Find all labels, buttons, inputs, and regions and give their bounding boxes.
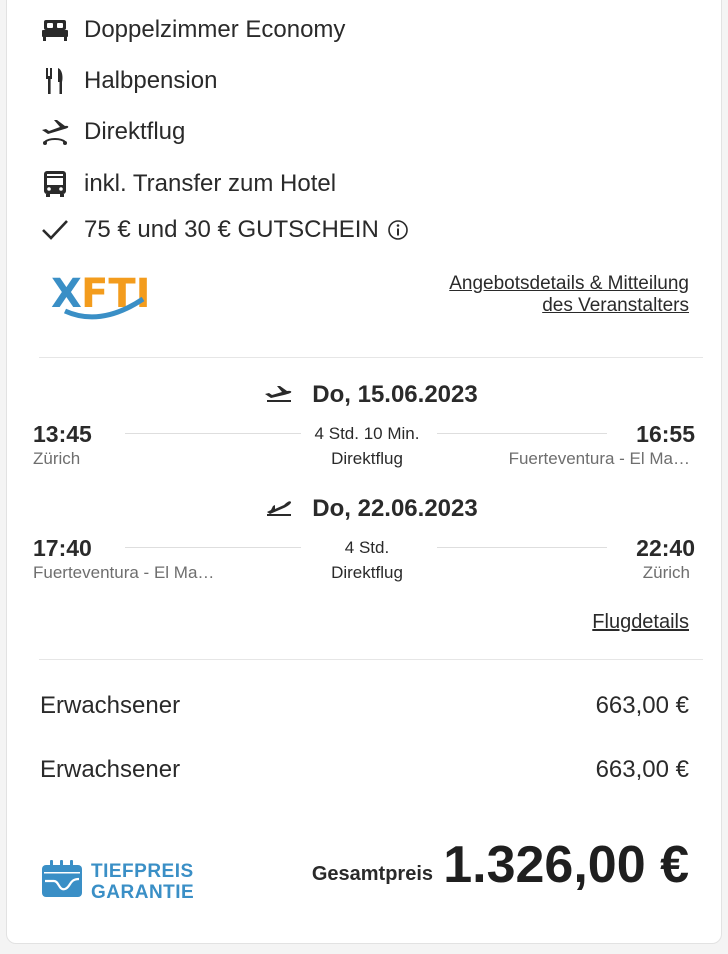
feature-board: Halbpension xyxy=(40,66,217,96)
outbound-arr-time: 16:55 xyxy=(636,421,695,447)
badge-line1: TIEFPREIS xyxy=(91,860,194,882)
feature-label: Direktflug xyxy=(84,118,186,145)
bed-icon xyxy=(40,15,70,45)
offer-card: Doppelzimmer Economy Halbpension Direktf… xyxy=(6,0,722,944)
feature-room: Doppelzimmer Economy xyxy=(40,15,345,45)
badge-line2: GARANTIE xyxy=(91,881,195,903)
passenger-price: 663,00 € xyxy=(595,756,689,783)
cutlery-icon xyxy=(40,66,70,96)
total-price: 1.326,00 € xyxy=(443,836,689,894)
total-label: Gesamtpreis xyxy=(311,863,433,885)
passenger-price: 663,00 € xyxy=(595,692,689,719)
outbound-dep-place: Zürich xyxy=(33,449,81,468)
outbound-duration: 4 Std. 10 Min. xyxy=(314,424,420,443)
return-type: Direktflug xyxy=(331,563,403,582)
passenger-label: Erwachsener xyxy=(40,692,181,719)
duration-line xyxy=(125,433,301,434)
bus-icon xyxy=(40,169,70,199)
calendar-check-icon xyxy=(41,859,83,904)
return-duration: 4 Std. xyxy=(344,538,390,557)
info-icon[interactable] xyxy=(387,219,409,241)
flight-details-link[interactable]: Flugdetails xyxy=(592,611,689,634)
divider xyxy=(39,357,703,358)
offer-link-line1: Angebotsdetails & Mitteilung xyxy=(449,273,689,294)
operator-logo: X FTI xyxy=(51,269,151,326)
outbound-date: Do, 15.06.2023 xyxy=(312,381,478,408)
return-arr-time: 22:40 xyxy=(636,535,695,561)
plane-departure-icon xyxy=(40,117,70,147)
plane-takeoff-icon xyxy=(264,383,294,408)
feature-voucher: 75 € und 30 € GUTSCHEIN xyxy=(40,215,409,245)
return-dep-place: Fuerteventura - El Ma… xyxy=(33,563,215,582)
duration-line xyxy=(125,547,301,548)
passenger-label: Erwachsener xyxy=(40,756,181,783)
outbound-type: Direktflug xyxy=(331,449,403,468)
feature-label: 75 € und 30 € GUTSCHEIN xyxy=(84,216,379,243)
svg-text:FTI: FTI xyxy=(81,271,151,317)
return-arr-place: Zürich xyxy=(642,563,690,582)
feature-flight: Direktflug xyxy=(40,117,185,147)
duration-line xyxy=(437,547,607,548)
plane-landing-icon xyxy=(264,497,294,522)
feature-label: inkl. Transfer zum Hotel xyxy=(84,170,337,197)
outbound-date-row: Do, 15.06.2023 xyxy=(7,381,728,409)
return-date: Do, 22.06.2023 xyxy=(312,495,478,522)
lowest-price-guarantee-badge: TIEFPREIS GARANTIE xyxy=(41,859,194,904)
offer-details-link[interactable]: Angebotsdetails & Mitteilung des Veranst… xyxy=(449,273,689,317)
outbound-dep-time: 13:45 xyxy=(33,421,92,447)
return-dep-time: 17:40 xyxy=(33,535,92,561)
feature-label: Doppelzimmer Economy xyxy=(84,16,346,43)
duration-line xyxy=(437,433,607,434)
feature-transfer: inkl. Transfer zum Hotel xyxy=(40,169,336,199)
divider xyxy=(39,659,703,660)
feature-label: Halbpension xyxy=(84,67,218,94)
return-date-row: Do, 22.06.2023 xyxy=(7,495,728,523)
outbound-arr-place: Fuerteventura - El Ma… xyxy=(508,449,690,468)
offer-link-line2: des Veranstalters xyxy=(542,295,689,316)
checkmark-icon xyxy=(40,215,70,245)
